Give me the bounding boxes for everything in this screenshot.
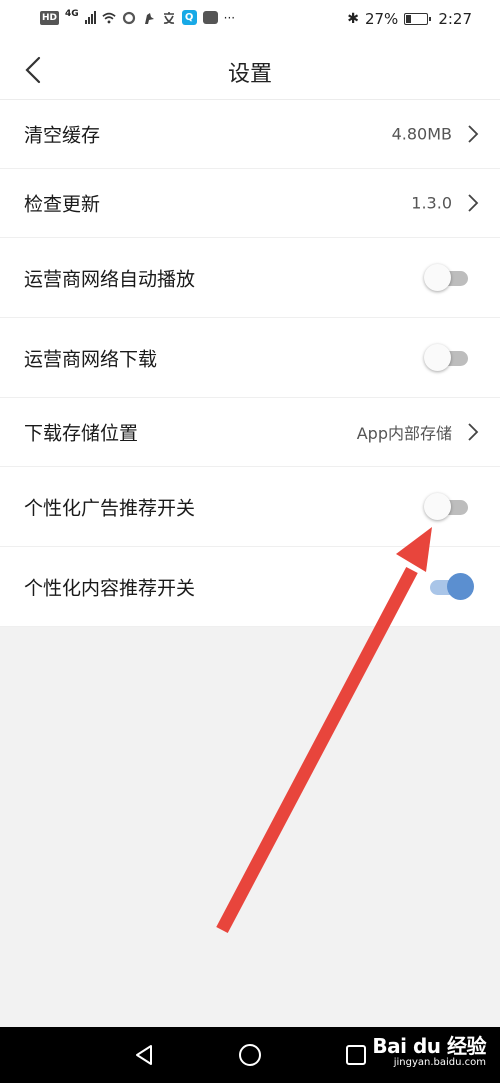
settings-row-value: App内部存储 — [356, 424, 452, 443]
home-circle-icon[interactable] — [238, 1043, 262, 1067]
toggle-knob — [424, 343, 451, 371]
settings-row[interactable]: 检查更新 1.3.0 — [0, 169, 500, 238]
clock: 2:27 — [438, 10, 472, 28]
battery-percent: 27% — [364, 10, 399, 28]
chevron-right-icon — [468, 194, 479, 212]
status-right-icons: ✱ 27% 2:27 — [347, 10, 472, 28]
text-app-icon — [163, 11, 174, 24]
status-left-icons: HD 4G Q ··· — [40, 10, 235, 25]
settings-row-label: 检查更新 — [24, 193, 101, 216]
settings-row-label: 个性化内容推荐开关 — [24, 577, 196, 599]
toggle-switch[interactable] — [424, 572, 474, 601]
signal-icon — [84, 11, 96, 24]
battery-icon — [404, 13, 432, 25]
recents-square-icon[interactable] — [344, 1043, 368, 1067]
network-type: 4G — [65, 9, 79, 19]
settings-row[interactable]: 下载存储位置 App内部存储 — [0, 398, 500, 467]
toggle-knob — [447, 572, 474, 600]
settings-row-label: 下载存储位置 — [24, 422, 139, 445]
more-notifications-icon: ··· — [223, 10, 236, 25]
settings-row[interactable]: 运营商网络自动播放 — [0, 238, 500, 318]
settings-row[interactable]: 运营商网络下载 — [0, 318, 500, 398]
back-triangle-icon[interactable] — [132, 1043, 156, 1067]
app-header: 设置 — [0, 40, 500, 100]
toggle-switch[interactable] — [424, 263, 468, 292]
baidu-jingyan-watermark: Bai du 经验 jingyan.baidu.com — [372, 1030, 486, 1068]
hd-badge: HD — [40, 10, 60, 25]
circle-app-icon — [122, 11, 135, 24]
wifi-icon — [102, 12, 116, 23]
search-app-icon: Q — [181, 10, 197, 25]
watermark-main: Bai du 经验 — [372, 1034, 486, 1058]
watermark-sub: jingyan.baidu.com — [393, 1057, 486, 1068]
settings-row-label: 个性化广告推荐开关 — [24, 497, 196, 519]
battery-fill — [406, 15, 412, 23]
toggle-knob — [424, 263, 451, 291]
toggle-knob — [424, 492, 451, 520]
settings-row[interactable]: 清空缓存 4.80MB — [0, 100, 500, 169]
settings-list: 清空缓存 4.80MB 检查更新 1.3.0 运营商网络自动播放 运营商网络下载 下载存储位… — [0, 100, 500, 627]
bluetooth-icon: ✱ — [347, 11, 359, 27]
chevron-right-icon — [468, 125, 479, 143]
toggle-switch[interactable] — [424, 492, 468, 521]
mail-app-icon — [202, 11, 218, 24]
settings-row-value: 1.3.0 — [411, 193, 452, 213]
settings-row-label: 运营商网络下载 — [24, 348, 158, 370]
settings-row[interactable]: 个性化广告推荐开关 — [0, 467, 500, 547]
status-bar: HD 4G Q ··· ✱ 27% 2:27 — [0, 0, 500, 40]
settings-row-label: 运营商网络自动播放 — [24, 268, 196, 290]
toggle-switch[interactable] — [424, 343, 468, 372]
chevron-right-icon — [468, 423, 479, 441]
settings-row-label: 清空缓存 — [24, 124, 101, 147]
settings-row[interactable]: 个性化内容推荐开关 — [0, 547, 500, 627]
page-title: 设置 — [227, 62, 272, 87]
bird-app-icon — [144, 12, 154, 24]
settings-row-value: 4.80MB — [391, 124, 452, 144]
